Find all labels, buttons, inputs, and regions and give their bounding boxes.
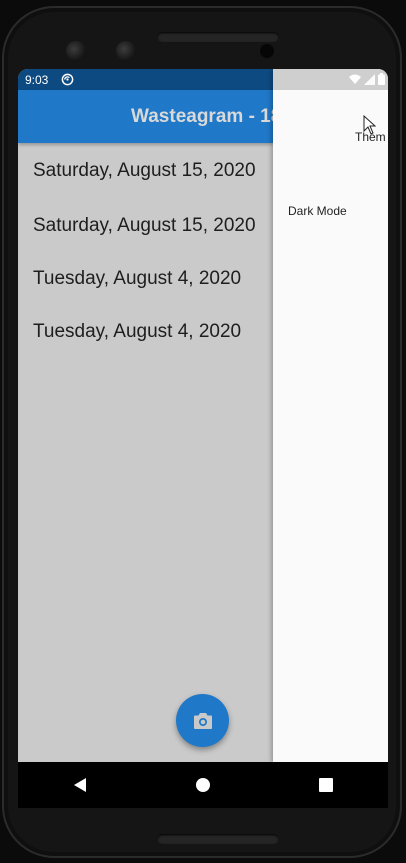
proximity-sensor (260, 44, 274, 58)
bottom-speaker (157, 834, 279, 844)
home-button[interactable] (183, 765, 223, 805)
drawer-status-bar (273, 69, 388, 90)
signal-icon (364, 73, 375, 85)
recents-button[interactable] (306, 765, 346, 805)
system-nav-bar (18, 762, 388, 808)
list-item[interactable]: Tuesday, August 4, 2020 (18, 305, 273, 358)
app-bar: Wasteagram - 18 (18, 90, 273, 143)
list-item[interactable]: Saturday, August 15, 2020 (18, 199, 273, 252)
screen: 9:03 Wasteagram - 18 Saturday, August 15… (18, 69, 388, 762)
wifi-icon (349, 74, 361, 84)
list-item[interactable]: Tuesday, August 4, 2020 (18, 252, 273, 305)
dark-mode-toggle-label[interactable]: Dark Mode (288, 204, 347, 218)
status-time: 9:03 (25, 73, 49, 87)
back-icon (73, 778, 86, 792)
sync-icon (61, 73, 74, 86)
add-photo-button[interactable] (176, 694, 229, 747)
battery-icon (378, 73, 385, 85)
top-speaker (157, 32, 279, 42)
camera-icon (193, 712, 212, 729)
back-button[interactable] (60, 765, 100, 805)
settings-drawer: Them Dark Mode (273, 69, 388, 762)
mouse-cursor-icon (363, 115, 377, 135)
front-camera-left (66, 41, 86, 61)
entry-list: Saturday, August 15, 2020 Saturday, Augu… (18, 143, 273, 358)
list-item[interactable]: Saturday, August 15, 2020 (18, 143, 273, 199)
front-camera-right (116, 41, 136, 61)
recents-icon (319, 778, 334, 792)
home-icon (195, 778, 210, 792)
status-bar: 9:03 (18, 69, 273, 90)
page-title: Wasteagram - 18 (131, 106, 273, 127)
